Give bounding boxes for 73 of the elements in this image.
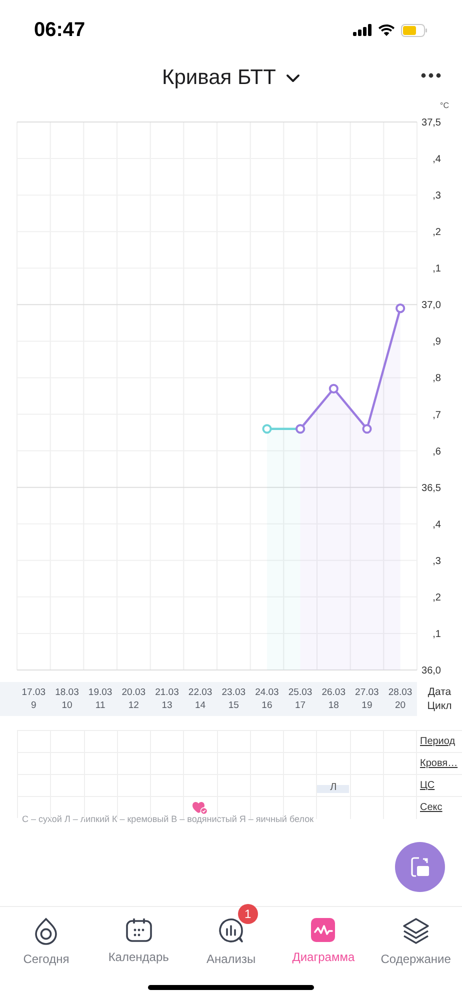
y-tick-label: ,1 xyxy=(432,628,441,640)
y-tick-label: ,4 xyxy=(432,519,441,530)
y-tick-label: ,2 xyxy=(432,592,441,604)
date-label: 24.03 xyxy=(255,688,279,698)
date-label: 22.03 xyxy=(188,688,212,698)
cycle-day-label: 9 xyxy=(31,700,36,710)
data-point[interactable] xyxy=(396,304,406,314)
row-label: Дата xyxy=(428,687,452,698)
cycle-day-label: 18 xyxy=(328,700,339,710)
pulse-chart-icon xyxy=(310,917,336,943)
layers-icon xyxy=(402,917,430,945)
y-tick-label: 36,5 xyxy=(422,482,441,494)
cycle-day-label: 17 xyxy=(295,700,306,710)
data-point[interactable] xyxy=(328,384,338,394)
date-label: 18.03 xyxy=(55,688,79,698)
tab-item[interactable]: Календарь xyxy=(92,907,185,968)
date-label: 23.03 xyxy=(222,688,246,698)
row-label-link[interactable]: ЦС xyxy=(420,775,435,796)
y-tick-label: ,8 xyxy=(432,373,441,384)
y-tick-label: 37,5 xyxy=(422,118,441,128)
y-tick-label: ,7 xyxy=(432,410,441,421)
cycle-day-label: 11 xyxy=(95,700,106,710)
legend-text: С – сухой Л – липкий К – кремовый В – водянистый Я – яичный белок xyxy=(22,813,315,826)
tab-item[interactable]: Анализы 1 xyxy=(184,907,278,968)
date-label: 20.03 xyxy=(122,688,146,698)
chart-type-dropdown[interactable]: Кривая БТТ xyxy=(162,62,300,94)
date-label: 26.03 xyxy=(322,688,346,698)
calendar-icon xyxy=(124,917,153,943)
chart-bubble-icon xyxy=(217,917,246,945)
row-label: Цикл xyxy=(427,700,452,711)
y-tick-label: ,3 xyxy=(432,556,441,567)
wifi-icon xyxy=(378,24,395,36)
tab-item[interactable]: Сегодня xyxy=(0,907,92,968)
date-label: 28.03 xyxy=(388,688,412,698)
mucus-mark: Л xyxy=(317,785,350,793)
rotate-screen-button[interactable] xyxy=(395,842,445,892)
signal-icon xyxy=(353,24,372,36)
cycle-day-label: 12 xyxy=(128,700,139,710)
more-icon[interactable] xyxy=(421,73,441,78)
date-label: 19.03 xyxy=(88,688,112,698)
date-label: 27.03 xyxy=(355,688,379,698)
row-label-link[interactable]: Секс xyxy=(420,797,442,818)
unit-label: °C xyxy=(440,101,449,110)
cycle-day-label: 10 xyxy=(62,700,72,710)
date-label: 25.03 xyxy=(288,688,312,698)
cycle-day-label: 16 xyxy=(262,700,272,710)
y-tick-label: ,1 xyxy=(432,264,441,275)
y-tick-label: ,4 xyxy=(432,154,441,166)
heart-check-icon xyxy=(192,801,208,815)
cycle-day-label: 14 xyxy=(195,700,206,710)
row-label-link[interactable]: Период xyxy=(420,731,456,752)
data-point[interactable] xyxy=(262,424,272,434)
cycle-day-label: 19 xyxy=(362,700,372,710)
data-point[interactable] xyxy=(362,424,372,434)
notification-badge: 1 xyxy=(238,904,258,924)
y-tick-label: ,9 xyxy=(432,336,441,348)
status-time: 06:47 xyxy=(34,18,86,43)
date-label: 17.03 xyxy=(22,688,46,698)
date-label: 21.03 xyxy=(155,688,179,698)
chevron-down-icon xyxy=(286,74,300,82)
y-tick-label: ,2 xyxy=(432,227,441,238)
cycle-day-label: 13 xyxy=(162,700,172,710)
battery-icon xyxy=(401,24,428,36)
y-tick-label: ,3 xyxy=(432,190,441,202)
row-label-link[interactable]: Кровя… xyxy=(420,753,458,774)
cycle-day-label: 15 xyxy=(228,700,239,710)
y-tick-label: ,6 xyxy=(432,446,441,458)
drop-icon xyxy=(33,917,60,945)
rotate-screen-icon xyxy=(409,856,431,878)
y-tick-label: 37,0 xyxy=(422,300,441,312)
cycle-day-label: 20 xyxy=(394,700,406,710)
tab-item[interactable]: Содержание xyxy=(370,907,462,968)
y-tick-label: 36,0 xyxy=(422,666,441,676)
